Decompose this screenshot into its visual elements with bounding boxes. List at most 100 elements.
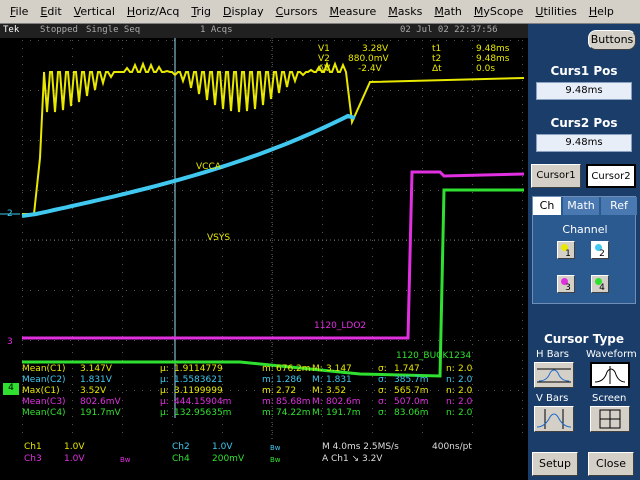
graticule-dot [126,190,127,191]
graticule-dot [214,190,215,191]
graticule-dot [272,184,273,185]
screen-button[interactable] [590,406,630,432]
graticule-dot [172,200,173,201]
graticule-dot [206,40,207,41]
curs2-pos-value[interactable]: 9.48ms [536,134,632,152]
graticule-dot [238,390,239,391]
graticule-dot [522,120,523,121]
trace-label-ldo: 1120_LDO2 [314,321,367,331]
graticule-dot [390,340,391,341]
graticule-dot [422,424,423,425]
graticule-dot [518,390,519,391]
graticule-dot [398,90,399,91]
graticule-dot [414,90,415,91]
menu-utilities[interactable]: Utilities [529,0,582,24]
menu-cursors[interactable]: Cursors [270,0,324,24]
vbars-button[interactable] [534,406,574,432]
graticule-dot [190,90,191,91]
channel-4-button[interactable]: 4 [591,275,609,293]
curs1-pos-value[interactable]: 9.48ms [536,82,632,100]
menu-file[interactable]: File [4,0,34,24]
ch4-ground-marker[interactable]: 4 [3,383,19,395]
graticule-dot [372,248,373,249]
graticule-dot [110,390,111,391]
graticule-dot [472,224,473,225]
graticule-dot [462,140,463,141]
graticule-dot [422,200,423,201]
channel-3-button[interactable]: 3 [557,275,575,293]
tab-ch[interactable]: Ch [533,197,561,215]
graticule-dot [422,136,423,137]
menu-vertical[interactable]: Vertical [68,0,121,24]
graticule-dot [522,64,523,65]
graticule-dot [172,152,173,153]
close-button[interactable]: Close [588,452,634,476]
graticule-dot [326,90,327,91]
cursor2-button[interactable]: Cursor2 [586,164,636,188]
hbars-button[interactable] [534,362,574,388]
graticule-dot [522,384,523,385]
graticule-dot [172,176,173,177]
menu-myscope[interactable]: MyScope [468,0,530,24]
menu-horiz-acq[interactable]: Horiz/Acq [121,0,185,24]
graticule-dot [190,190,191,191]
graticule-dot [472,272,473,273]
tab-math[interactable]: Math [563,197,599,215]
stat-label-M: M: [312,364,323,374]
graticule-dot [472,288,473,289]
graticule-dot [72,152,73,153]
channel-1-button[interactable]: 1 [557,241,575,259]
graticule-dot [172,368,173,369]
graticule-dot [122,80,123,81]
curs2-pos-title: Curs2 Pos [550,116,618,130]
graticule-dot [430,340,431,341]
graticule-dot [222,352,223,353]
ch2-ground-marker[interactable]: 2 [7,209,13,219]
menu-help[interactable]: Help [583,0,620,24]
graticule-dot [406,190,407,191]
menu-measure[interactable]: Measure [324,0,383,24]
graticule-dot [472,48,473,49]
menu-display[interactable]: Display [217,0,270,24]
hbars-icon [537,368,571,383]
graticule-dot [102,340,103,341]
graticule-dot [350,290,351,291]
cursor1-button[interactable]: Cursor1 [531,164,581,188]
graticule-dot [22,152,23,153]
graticule-dot [272,304,273,305]
graticule-dot [478,40,479,41]
graticule-dot [382,290,383,291]
measurement-stat-m: 74.22m [276,408,311,418]
channel-2-button[interactable]: 2 [591,241,609,259]
graticule-dot [322,272,323,273]
graticule-dot [122,112,123,113]
graticule-dot [72,232,73,233]
ch3-ground-marker[interactable]: 3 [7,337,13,347]
menu-edit[interactable]: Edit [34,0,67,24]
menu-math[interactable]: Math [428,0,468,24]
graticule-dot [38,40,39,41]
menu-trig[interactable]: Trig [185,0,217,24]
graticule-dot [522,160,523,161]
graticule-dot [382,190,383,191]
tab-ref[interactable]: Ref [601,197,637,215]
graticule-dot [390,90,391,91]
setup-button[interactable]: Setup [532,452,578,476]
graticule-dot [172,408,173,409]
waveform-button[interactable] [590,362,630,388]
menu-masks[interactable]: Masks [382,0,428,24]
graticule-dot [86,340,87,341]
graticule-dot [406,290,407,291]
graticule-dot [302,90,303,91]
graticule-dot [172,376,173,377]
waveform-display[interactable]: V1 3.28V V2 880.0mV ΔV -2.4V t1 9.48ms t… [0,38,528,440]
graticule-dot [422,328,423,329]
graticule-dot [22,40,23,41]
buttons-toggle[interactable]: Buttons [588,30,636,50]
graticule-dot [398,140,399,141]
graticule-dot [166,140,167,141]
graticule-dot [302,290,303,291]
graticule-dot [110,140,111,141]
ch1-scale: 1.0V [64,442,85,452]
graticule-dot [206,190,207,191]
